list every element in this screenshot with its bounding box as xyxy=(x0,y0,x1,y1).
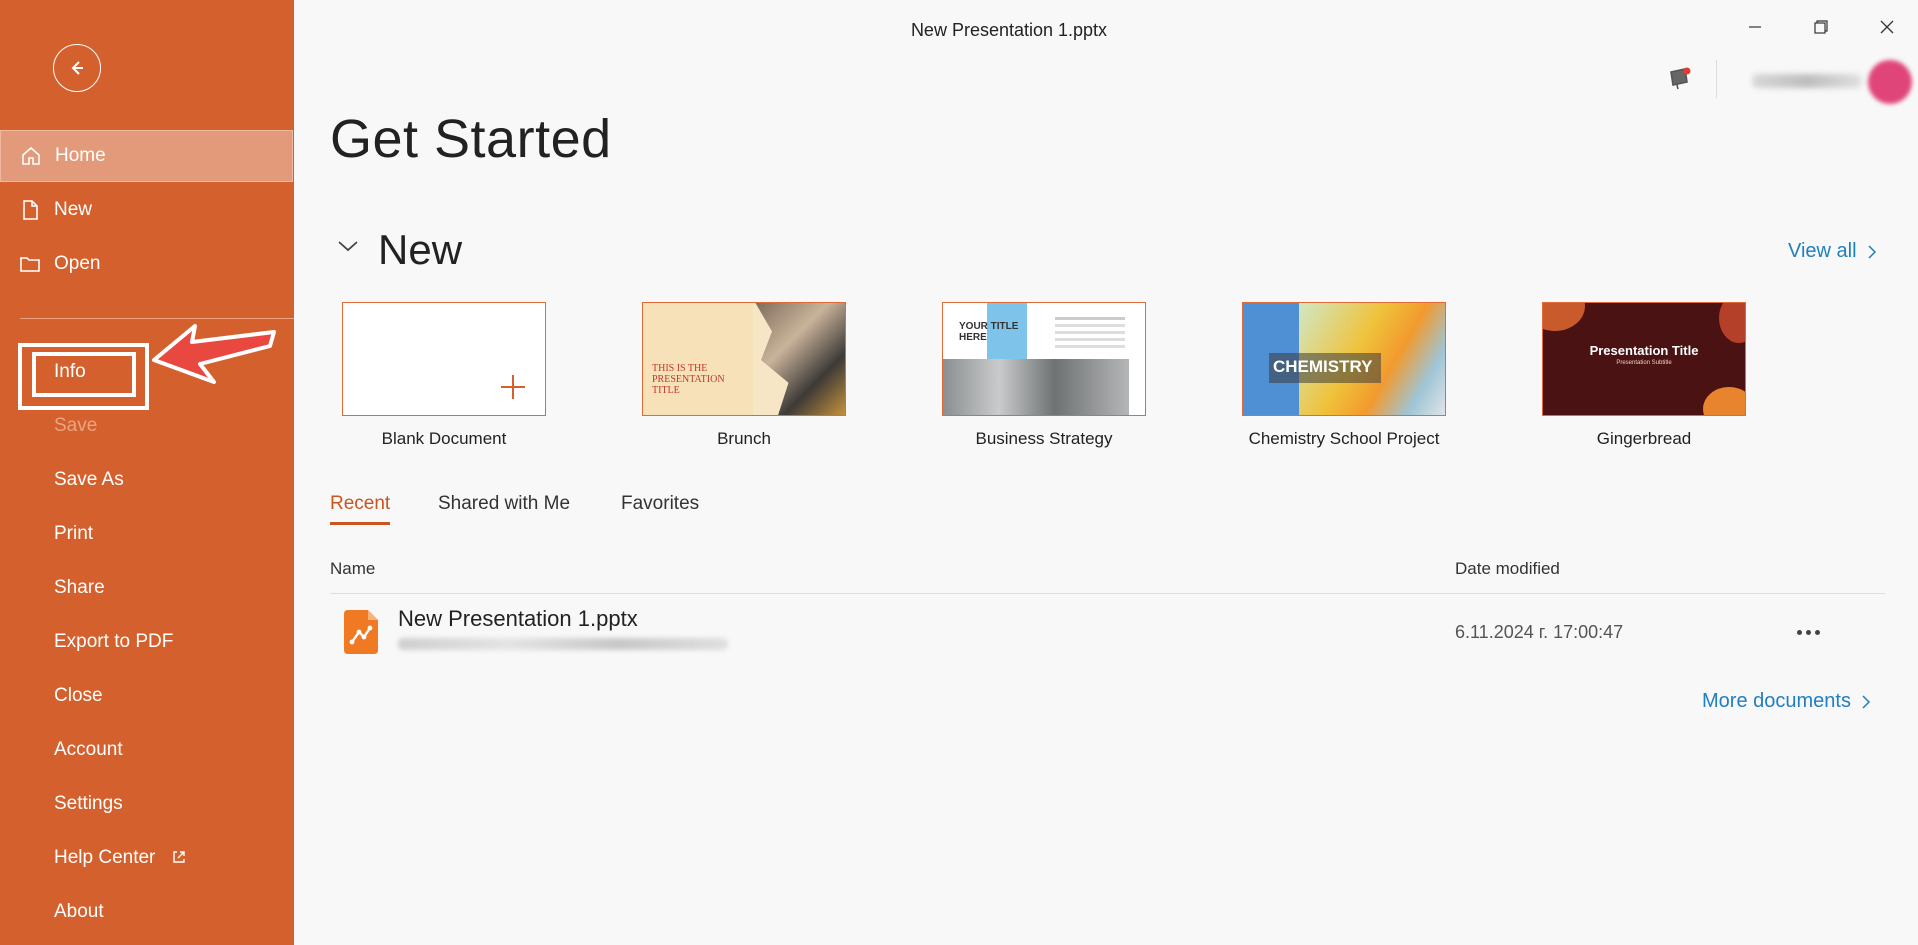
sidebar-item-label: Account xyxy=(54,739,123,760)
close-icon xyxy=(1880,20,1894,34)
tab-underline xyxy=(330,522,390,525)
user-name-blurred xyxy=(1752,74,1862,88)
more-dot-icon xyxy=(1796,629,1802,635)
tab-favorites[interactable]: Favorites xyxy=(621,493,699,515)
brunch-photo xyxy=(755,303,845,415)
template-label: Business Strategy xyxy=(975,429,1113,448)
sidebar-item-close[interactable]: Close xyxy=(0,670,294,722)
sidebar-item-label: About xyxy=(54,901,104,922)
template-label: Chemistry School Project xyxy=(1248,429,1440,448)
sidebar-item-label: New xyxy=(54,199,93,220)
sidebar-item-label: Export to PDF xyxy=(54,631,174,652)
annotation-arrow-icon xyxy=(152,324,276,384)
highlight-box-inner xyxy=(32,352,136,397)
sidebar-item-save-as[interactable]: Save As xyxy=(0,454,294,506)
file-date-modified: 6.11.2024 г. 17:00:47 xyxy=(1455,622,1624,642)
chevron-right-icon xyxy=(1868,244,1876,259)
more-documents-link[interactable]: More documents xyxy=(1702,690,1871,713)
sidebar-item-about[interactable]: About xyxy=(0,886,294,938)
sidebar-item-label: Save xyxy=(54,415,98,436)
external-link-icon xyxy=(171,849,187,871)
sidebar-item-account[interactable]: Account xyxy=(0,724,294,776)
home-icon xyxy=(19,144,43,168)
sidebar-item-help-center[interactable]: Help Center xyxy=(0,832,294,884)
business-photo xyxy=(943,359,1129,415)
template-label: Brunch xyxy=(717,429,771,448)
plus-icon xyxy=(501,375,525,399)
template-label: Gingerbread xyxy=(1596,429,1692,448)
table-row[interactable]: New Presentation 1.pptx 6.11.2024 г. 17:… xyxy=(330,598,1885,668)
sidebar-item-label: Share xyxy=(54,577,105,598)
minimize-button[interactable] xyxy=(1735,14,1775,40)
sidebar-item-print[interactable]: Print xyxy=(0,508,294,560)
template-chemistry-school-project[interactable]: CHEMISTRY xyxy=(1242,302,1446,416)
notification-icon[interactable] xyxy=(1665,64,1693,92)
tab-shared-with-me[interactable]: Shared with Me xyxy=(438,493,570,515)
sidebar-item-label: Settings xyxy=(54,793,123,814)
view-all-label: View all xyxy=(1788,240,1857,262)
sidebar-item-label: Help Center xyxy=(54,847,156,868)
more-documents-label: More documents xyxy=(1702,690,1851,712)
template-gingerbread[interactable]: Presentation Title Presentation Subtitle xyxy=(1542,302,1746,416)
sidebar-item-home[interactable]: Home xyxy=(0,130,293,182)
sidebar-item-export-pdf[interactable]: Export to PDF xyxy=(0,616,294,668)
page-title: Get Started xyxy=(330,109,612,169)
more-options-button[interactable] xyxy=(1788,618,1828,646)
column-header-date-modified[interactable]: Date modified xyxy=(1455,559,1560,579)
pptx-file-icon xyxy=(344,610,378,654)
sidebar-item-share[interactable]: Share xyxy=(0,562,294,614)
sidebar: Home New Open Info Save Save As Print Sh… xyxy=(0,0,294,945)
gingerbread-thumb-title: Presentation Title xyxy=(1589,343,1699,358)
table-divider xyxy=(330,593,1885,594)
sidebar-item-settings[interactable]: Settings xyxy=(0,778,294,830)
back-arrow-icon xyxy=(71,61,83,75)
sidebar-item-label: Save As xyxy=(54,469,124,490)
template-label: Blank Document xyxy=(381,429,507,448)
sidebar-item-new[interactable]: New xyxy=(0,184,294,236)
avatar[interactable] xyxy=(1868,60,1912,104)
chemistry-thumb-title: CHEMISTRY xyxy=(1273,357,1373,376)
sidebar-item-label: Close xyxy=(54,685,103,706)
chevron-down-icon[interactable] xyxy=(336,238,360,254)
business-strategy-thumb-title: YOUR TITLE HERE xyxy=(959,321,1019,343)
tab-recent[interactable]: Recent xyxy=(330,493,390,515)
file-path-blurred xyxy=(398,638,728,650)
close-window-button[interactable] xyxy=(1867,14,1907,40)
new-file-icon xyxy=(18,198,42,222)
more-dot-icon xyxy=(1814,629,1820,635)
minimize-icon xyxy=(1749,26,1761,28)
view-all-link[interactable]: View all xyxy=(1788,240,1877,263)
toolbar-separator xyxy=(1716,60,1717,98)
restore-icon xyxy=(1814,20,1828,34)
more-dot-icon xyxy=(1805,629,1811,635)
sidebar-item-label: Home xyxy=(55,145,106,166)
sidebar-item-open[interactable]: Open xyxy=(0,238,294,290)
chevron-right-icon xyxy=(1862,694,1871,709)
section-title-new: New xyxy=(378,226,463,273)
restore-button[interactable] xyxy=(1801,14,1841,40)
brunch-thumb-title: THIS IS THE PRESENTATION TITLE xyxy=(652,363,725,396)
gingerbread-thumb-subtitle: Presentation Subtitle xyxy=(1616,360,1672,366)
back-button[interactable] xyxy=(53,44,101,92)
file-name[interactable]: New Presentation 1.pptx xyxy=(398,606,638,632)
column-header-name[interactable]: Name xyxy=(330,559,375,579)
window-title: New Presentation 1.pptx xyxy=(910,20,1108,40)
folder-icon xyxy=(18,252,42,276)
sidebar-item-label: Print xyxy=(54,523,94,544)
sidebar-item-label: Open xyxy=(54,253,101,274)
template-blank-document[interactable] xyxy=(342,302,546,416)
template-business-strategy[interactable]: YOUR TITLE HERE xyxy=(942,302,1146,416)
template-brunch[interactable]: THIS IS THE PRESENTATION TITLE xyxy=(642,302,846,416)
